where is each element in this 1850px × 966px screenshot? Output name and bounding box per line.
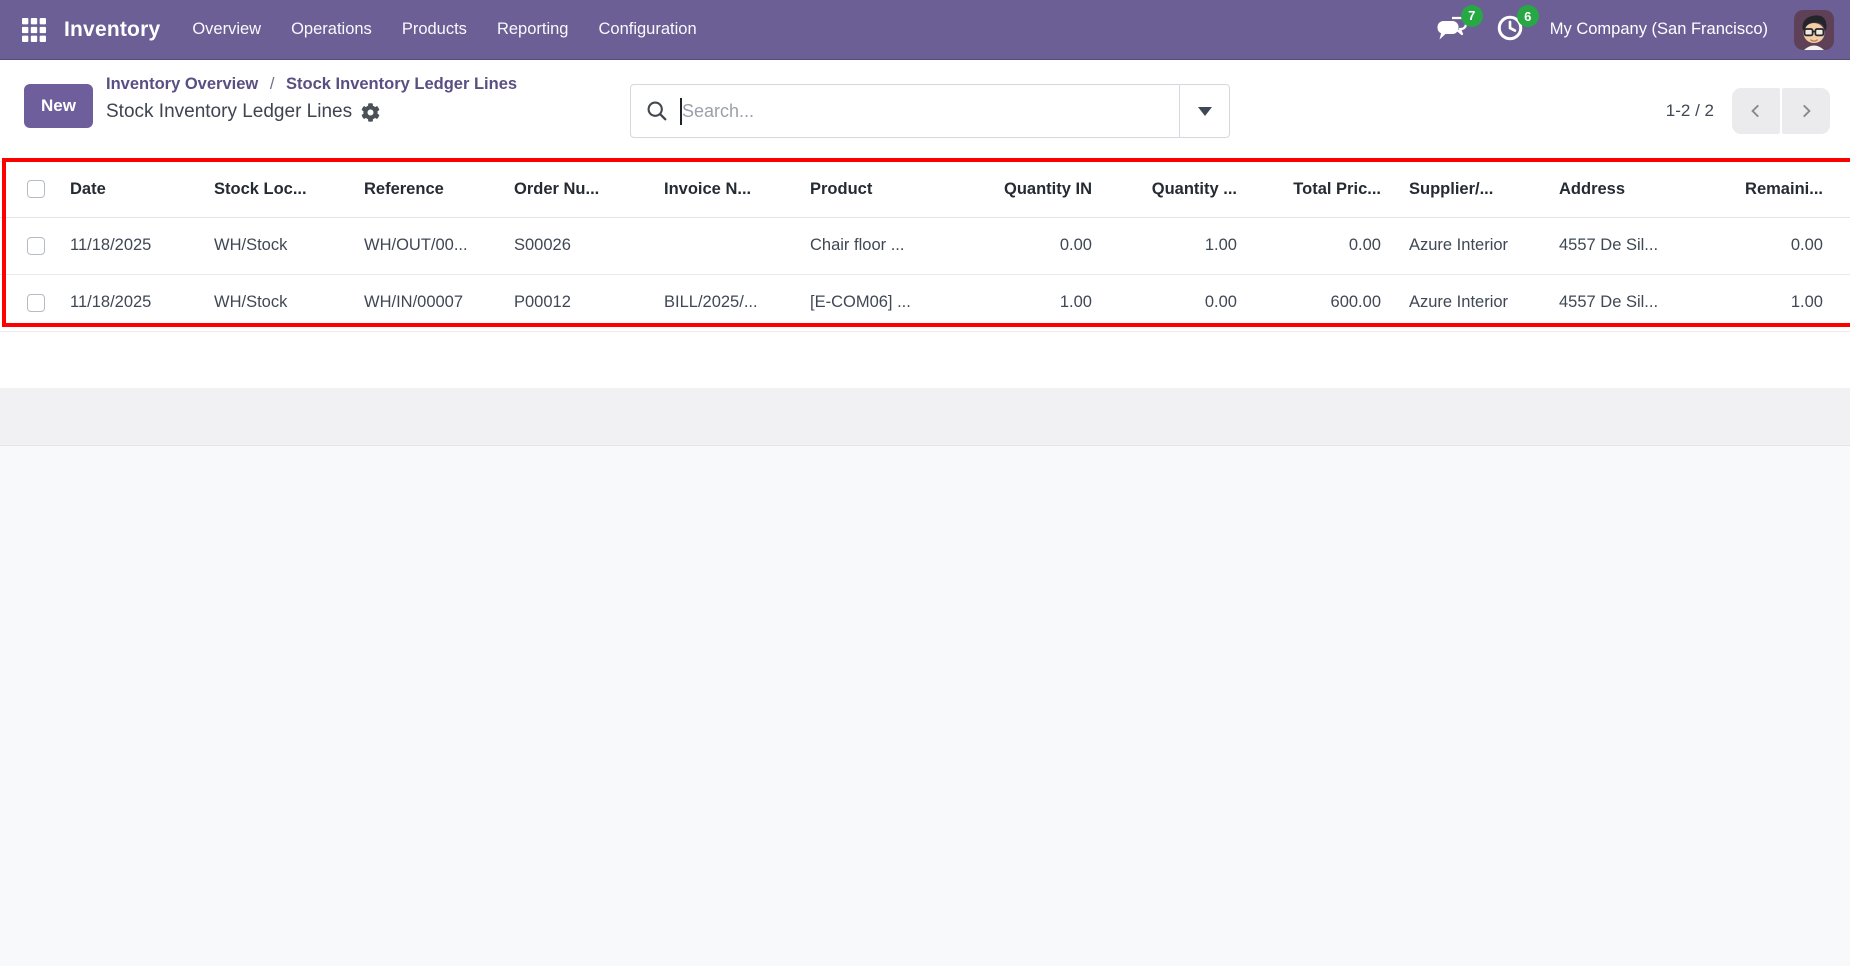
cell-supplier[interactable]: Azure Interior bbox=[1395, 274, 1545, 331]
ledger-lines-table: DateStock Loc...ReferenceOrder Nu...Invo… bbox=[0, 162, 1850, 446]
pager-next-button[interactable] bbox=[1782, 88, 1830, 134]
action-menu-button[interactable] bbox=[361, 103, 380, 122]
pager: 1-2 / 2 bbox=[1666, 88, 1830, 134]
table-row[interactable]: 11/18/2025WH/StockWH/OUT/00...S00026 Chai… bbox=[0, 217, 1850, 274]
cell-stock-loc[interactable]: WH/Stock bbox=[200, 274, 350, 331]
search-input[interactable] bbox=[668, 85, 1179, 137]
nav-menu-item-operations[interactable]: Operations bbox=[291, 20, 372, 39]
messages-button[interactable]: 7 bbox=[1433, 12, 1470, 48]
pager-previous-button[interactable] bbox=[1732, 88, 1780, 134]
cell-quantity[interactable]: 1.00 bbox=[1106, 217, 1251, 274]
row-checkbox-cell bbox=[0, 274, 56, 331]
cell-product[interactable]: Chair floor ... bbox=[796, 217, 950, 274]
filler-row-white bbox=[0, 331, 1850, 388]
filler-row-gray bbox=[0, 388, 1850, 445]
cell-reference[interactable]: WH/IN/00007 bbox=[350, 274, 500, 331]
cell-total-pric[interactable]: 0.00 bbox=[1251, 217, 1395, 274]
cell-total-pric[interactable]: 600.00 bbox=[1251, 274, 1395, 331]
column-header-reference[interactable]: Reference bbox=[350, 162, 500, 217]
column-header-invoice-n[interactable]: Invoice N... bbox=[650, 162, 796, 217]
cell-quantity-in[interactable]: 1.00 bbox=[950, 274, 1106, 331]
table-header-row: DateStock Loc...ReferenceOrder Nu...Invo… bbox=[0, 162, 1850, 217]
company-switcher[interactable]: My Company (San Francisco) bbox=[1550, 20, 1768, 39]
search-options-toggle[interactable] bbox=[1179, 85, 1229, 137]
control-panel: New Inventory Overview / Stock Inventory… bbox=[0, 60, 1850, 162]
table-row[interactable]: 11/18/2025WH/StockWH/IN/00007P00012BILL/… bbox=[0, 274, 1850, 331]
cell-invoice-n[interactable] bbox=[650, 217, 796, 274]
column-header-quantity[interactable]: Quantity ... bbox=[1106, 162, 1251, 217]
top-navbar: Inventory Overview Operations Products Repo… bbox=[0, 0, 1850, 60]
cell-date[interactable]: 11/18/2025 bbox=[56, 217, 200, 274]
apps-grid-icon bbox=[22, 18, 46, 42]
pager-range: 1-2 / 2 bbox=[1666, 101, 1714, 121]
breadcrumb: Inventory Overview / Stock Inventory Led… bbox=[106, 72, 517, 125]
cell-order-nu[interactable]: P00012 bbox=[500, 274, 650, 331]
column-header-quantity-in[interactable]: Quantity IN bbox=[950, 162, 1106, 217]
cell-product[interactable]: [E-COM06] ... bbox=[796, 274, 950, 331]
nav-menu-item-overview[interactable]: Overview bbox=[192, 20, 261, 39]
cell-invoice-n[interactable]: BILL/2025/... bbox=[650, 274, 796, 331]
column-header-stock-loc[interactable]: Stock Loc... bbox=[200, 162, 350, 217]
row-checkbox[interactable] bbox=[27, 237, 45, 255]
user-menu-button[interactable] bbox=[1794, 10, 1834, 50]
nav-menu: Overview Operations Products Reporting Confi… bbox=[192, 20, 696, 39]
cell-address[interactable]: 4557 De Sil... bbox=[1545, 274, 1700, 331]
caret-down-icon bbox=[1198, 107, 1212, 116]
breadcrumb-separator: / bbox=[270, 75, 275, 93]
cell-stock-loc[interactable]: WH/Stock bbox=[200, 217, 350, 274]
list-view: DateStock Loc...ReferenceOrder Nu...Invo… bbox=[0, 162, 1850, 446]
cell-date[interactable]: 11/18/2025 bbox=[56, 274, 200, 331]
table-body: 11/18/2025WH/StockWH/OUT/00...S00026 Chai… bbox=[0, 217, 1850, 445]
nav-menu-item-products[interactable]: Products bbox=[402, 20, 467, 39]
cell-quantity[interactable]: 0.00 bbox=[1106, 274, 1251, 331]
page-title: Stock Inventory Ledger Lines bbox=[106, 99, 352, 125]
cell-address[interactable]: 4557 De Sil... bbox=[1545, 217, 1700, 274]
chevron-right-icon bbox=[1797, 102, 1815, 120]
row-checkbox[interactable] bbox=[27, 294, 45, 312]
nav-menu-item-reporting[interactable]: Reporting bbox=[497, 20, 569, 39]
column-header-supplier[interactable]: Supplier/... bbox=[1395, 162, 1545, 217]
breadcrumb-current-link[interactable]: Stock Inventory Ledger Lines bbox=[286, 75, 517, 93]
cell-order-nu[interactable]: S00026 bbox=[500, 217, 650, 274]
column-header-product[interactable]: Product bbox=[796, 162, 950, 217]
odoo-inventory-screen: Inventory Overview Operations Products Repo… bbox=[0, 0, 1850, 966]
select-all-header-cell bbox=[0, 162, 56, 217]
column-header-order-nu[interactable]: Order Nu... bbox=[500, 162, 650, 217]
search-bar bbox=[630, 84, 1230, 138]
column-header-date[interactable]: Date bbox=[56, 162, 200, 217]
column-header-total-pric[interactable]: Total Pric... bbox=[1251, 162, 1395, 217]
nav-menu-item-configuration[interactable]: Configuration bbox=[598, 20, 696, 39]
chevron-left-icon bbox=[1747, 102, 1765, 120]
cell-remaini[interactable]: 0.00 bbox=[1700, 217, 1850, 274]
app-name[interactable]: Inventory bbox=[64, 18, 160, 42]
new-record-button[interactable]: New bbox=[24, 84, 93, 128]
cell-supplier[interactable]: Azure Interior bbox=[1395, 217, 1545, 274]
breadcrumb-parent-link[interactable]: Inventory Overview bbox=[106, 75, 258, 93]
cell-quantity-in[interactable]: 0.00 bbox=[950, 217, 1106, 274]
cell-remaini[interactable]: 1.00 bbox=[1700, 274, 1850, 331]
gear-icon bbox=[361, 103, 380, 122]
activities-button[interactable]: 6 bbox=[1494, 12, 1526, 47]
column-header-remaini[interactable]: Remaini... bbox=[1700, 162, 1850, 217]
navbar-systray: 7 6 My Company (San Francisco) bbox=[1433, 10, 1834, 50]
activities-badge: 6 bbox=[1517, 5, 1539, 27]
text-cursor bbox=[680, 98, 682, 125]
search-icon bbox=[646, 100, 668, 122]
select-all-checkbox[interactable] bbox=[27, 180, 45, 198]
messages-badge: 7 bbox=[1461, 5, 1483, 27]
column-header-address[interactable]: Address bbox=[1545, 162, 1700, 217]
apps-menu-button[interactable] bbox=[16, 12, 52, 48]
row-checkbox-cell bbox=[0, 217, 56, 274]
user-avatar bbox=[1794, 10, 1834, 50]
cell-reference[interactable]: WH/OUT/00... bbox=[350, 217, 500, 274]
